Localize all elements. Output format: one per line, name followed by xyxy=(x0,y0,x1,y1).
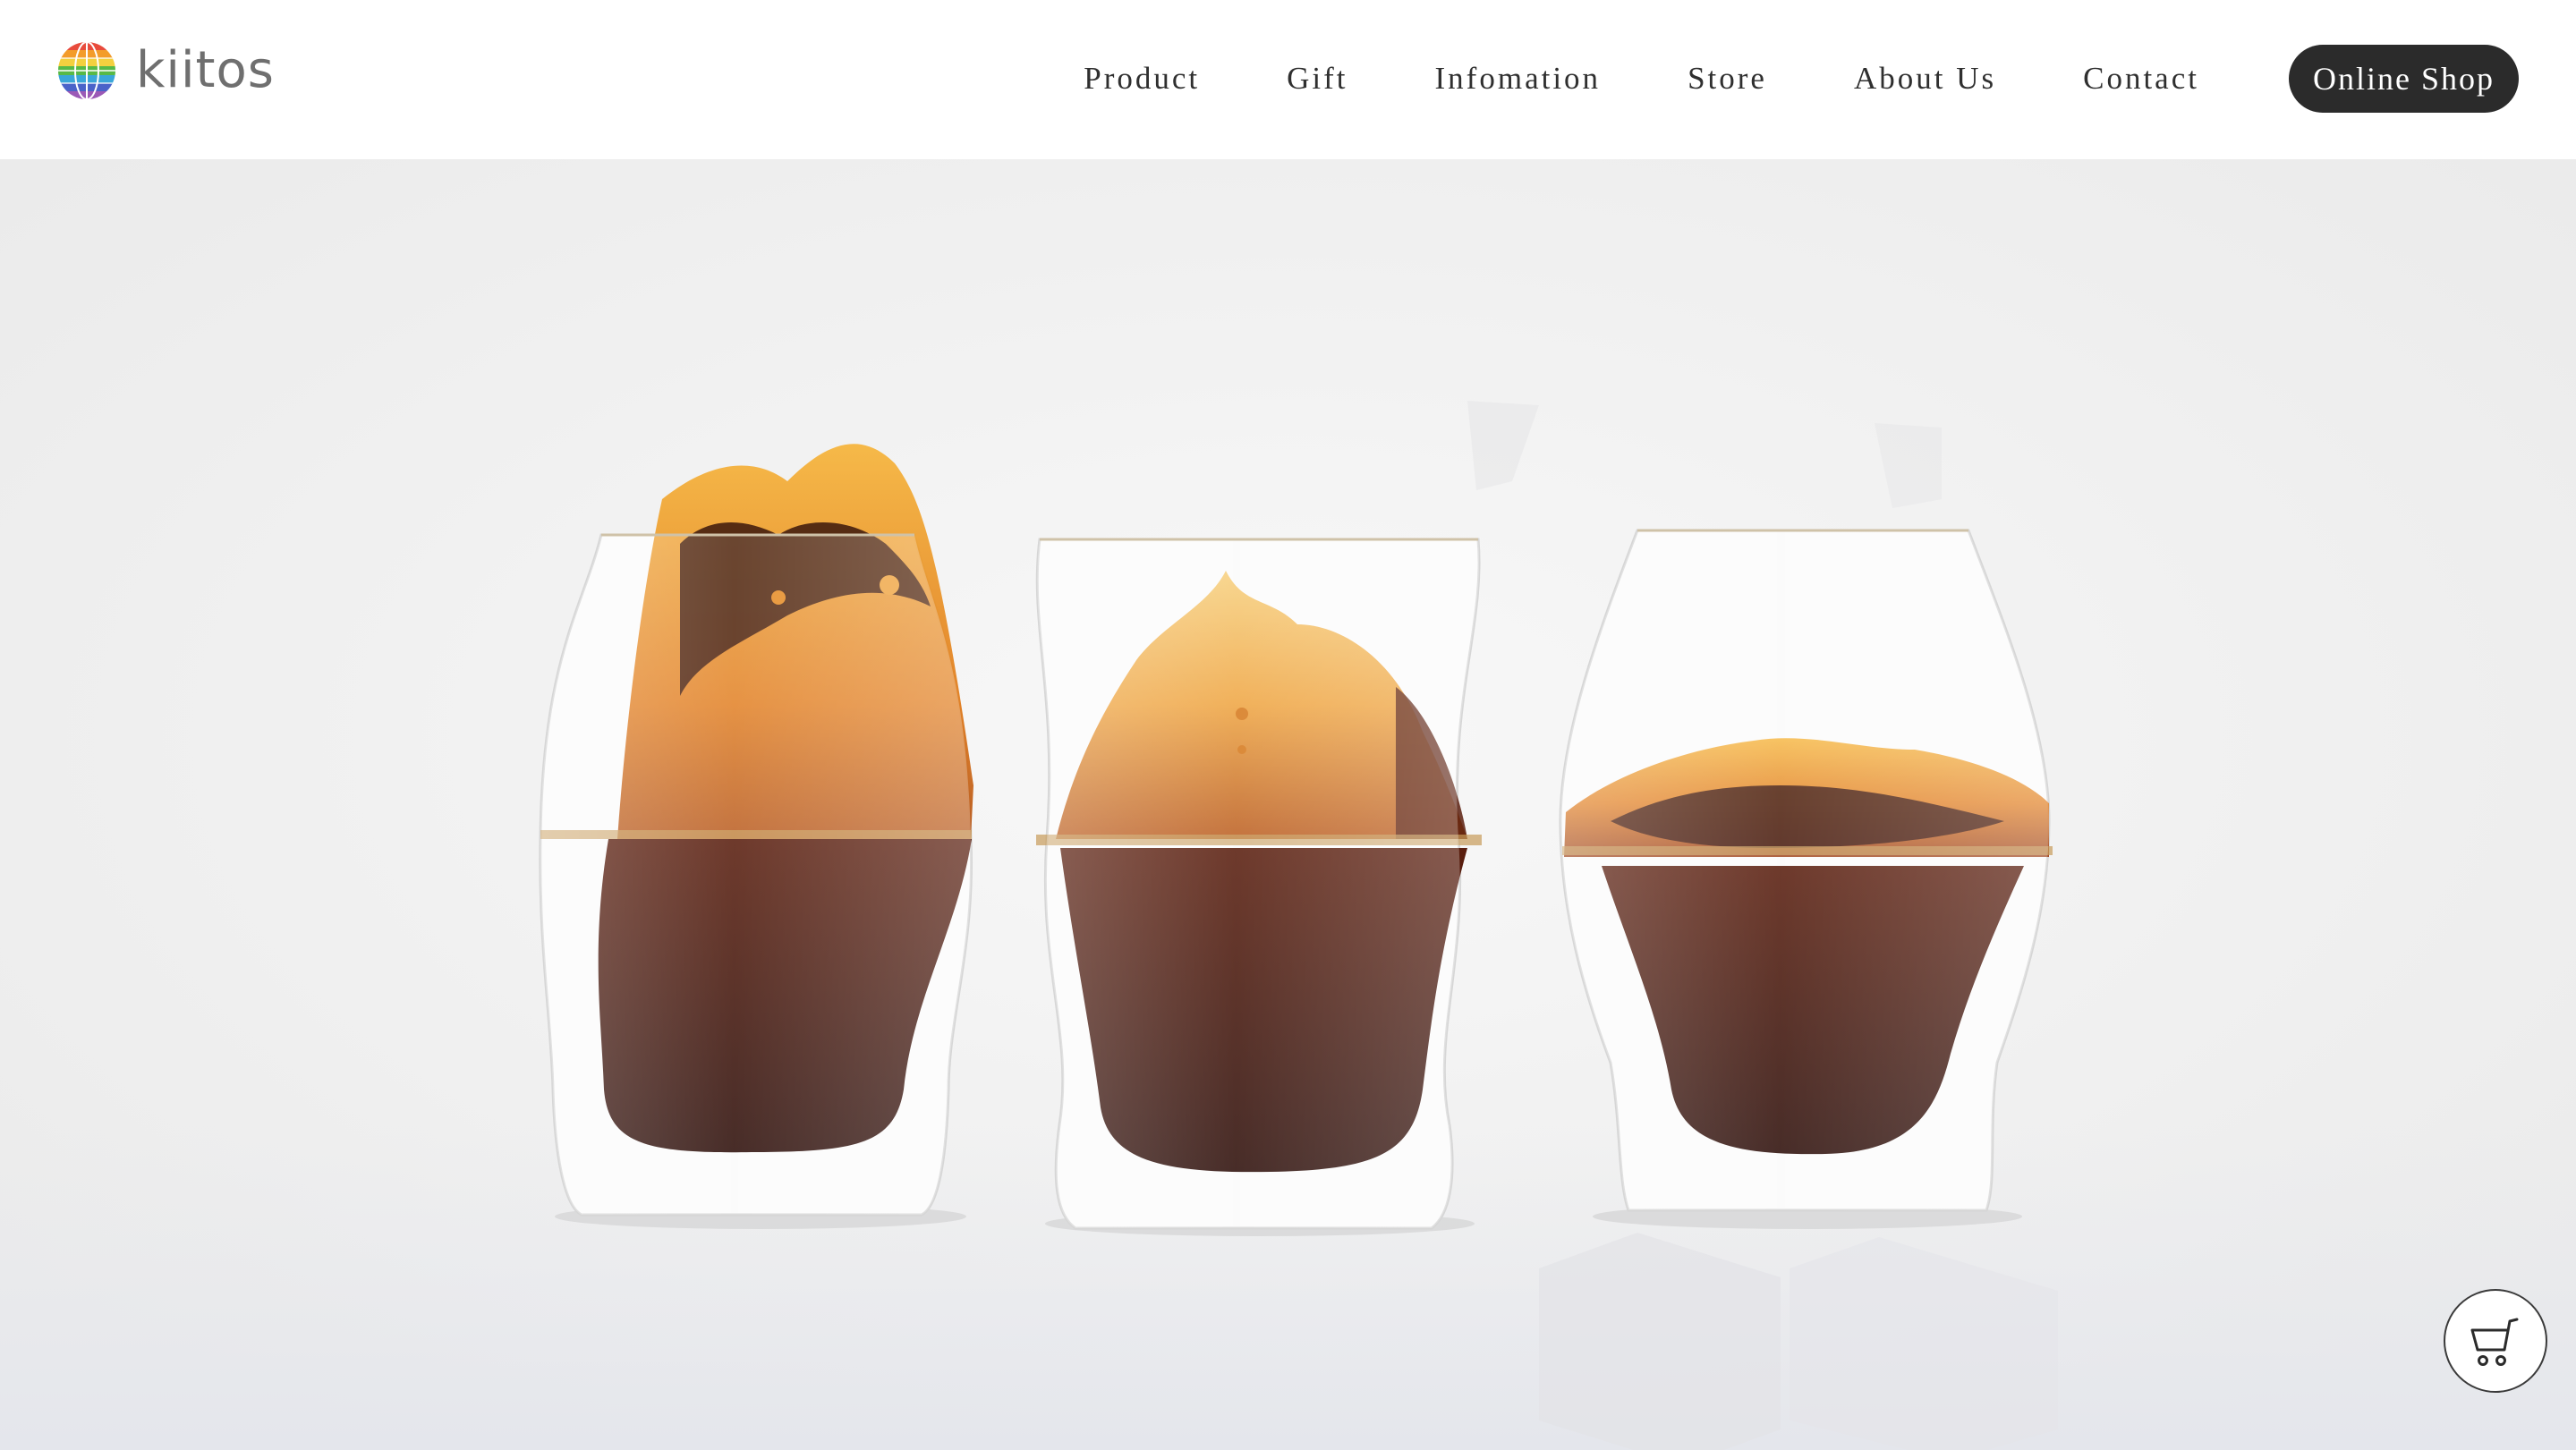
brand-logo[interactable]: kiitos xyxy=(57,39,275,102)
nav-item-product[interactable]: Product xyxy=(1084,61,1200,97)
nav-item-gift[interactable]: Gift xyxy=(1287,61,1348,97)
glass-right xyxy=(1559,529,2053,1212)
glass-middle xyxy=(1035,538,1482,1230)
cart-button[interactable] xyxy=(2444,1289,2547,1393)
nav-item-store[interactable]: Store xyxy=(1688,61,1767,97)
coffee-glasses-illustration xyxy=(0,159,2576,1450)
nav-item-infomation[interactable]: Infomation xyxy=(1435,61,1602,97)
nav-item-contact[interactable]: Contact xyxy=(2083,61,2199,97)
rainbow-globe-icon xyxy=(58,42,115,99)
main-nav: Product Gift Infomation Store About Us C… xyxy=(1084,45,2519,113)
online-shop-button[interactable]: Online Shop xyxy=(2288,45,2519,113)
nav-item-about-us[interactable]: About Us xyxy=(1854,61,1996,97)
cart-icon xyxy=(2470,1318,2519,1366)
glass-left xyxy=(539,444,973,1217)
site-header: kiitos Product Gift Infomation Store Abo… xyxy=(0,0,2576,159)
brand-name: kiitos xyxy=(136,41,275,99)
hero-image xyxy=(0,159,2576,1450)
